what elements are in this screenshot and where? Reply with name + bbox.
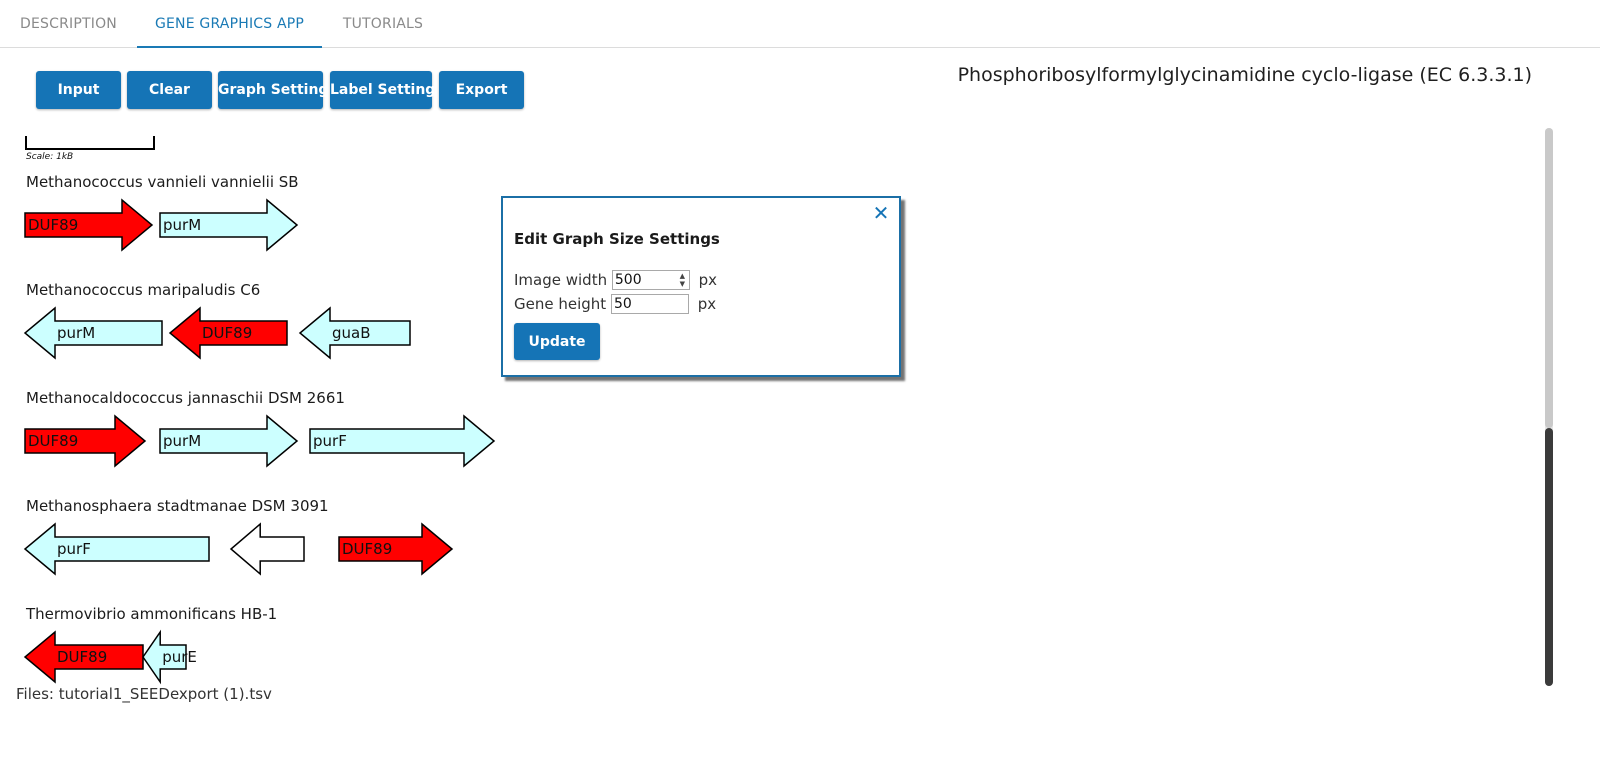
- image-width-stepper[interactable]: ▲▼: [611, 270, 690, 290]
- gene-label: purF: [313, 432, 347, 450]
- files-label: Files: tutorial1_SEEDexport (1).tsv: [16, 685, 272, 703]
- gene-label: DUF89: [28, 216, 78, 234]
- gene-label: DUF89: [342, 540, 392, 558]
- scrollbar[interactable]: [1545, 128, 1553, 686]
- unit-label: px: [697, 295, 717, 313]
- tab-tutorials[interactable]: TUTORIALS: [322, 0, 444, 48]
- stepper-arrows-icon[interactable]: ▲ ▼: [678, 272, 687, 288]
- gene-label: purE: [162, 648, 197, 666]
- gene-arrow: [23, 522, 210, 576]
- unit-label: px: [698, 271, 718, 289]
- gene-label: purF: [57, 540, 91, 558]
- gene-arrow: [229, 522, 305, 576]
- graph-size-dialog: ✕ Edit Graph Size Settings Image width ▲…: [501, 196, 901, 377]
- image-width-label: Image width: [514, 270, 608, 289]
- gene-height-input[interactable]: [610, 294, 689, 314]
- gene-label: DUF89: [202, 324, 252, 342]
- graph-settings-button[interactable]: Graph Settings: [218, 71, 337, 109]
- gene-height-label: Gene height: [514, 294, 607, 313]
- gene-label: purM: [163, 216, 201, 234]
- gene-label: DUF89: [57, 648, 107, 666]
- enzyme-title: Phosphoribosylformylglycinamidine cyclo-…: [957, 64, 1532, 86]
- close-icon[interactable]: ✕: [871, 202, 891, 224]
- gene-label: guaB: [332, 324, 371, 342]
- image-width-row: Image width ▲▼ px: [514, 270, 717, 290]
- clear-button[interactable]: Clear: [127, 71, 212, 109]
- gene-label: DUF89: [28, 432, 78, 450]
- gene-height-row: Gene height px: [514, 294, 716, 314]
- tab-description[interactable]: DESCRIPTION: [0, 0, 137, 48]
- label-settings-button[interactable]: Label Settings: [330, 71, 444, 109]
- export-button[interactable]: Export: [439, 71, 524, 109]
- gene-label: purM: [57, 324, 95, 342]
- scrollbar-thumb[interactable]: [1545, 428, 1553, 686]
- input-button[interactable]: Input: [36, 71, 121, 109]
- dialog-title: Edit Graph Size Settings: [514, 230, 720, 248]
- gene-label: purM: [163, 432, 201, 450]
- tab-gene-graphics-app[interactable]: GENE GRAPHICS APP: [137, 0, 322, 48]
- scrollbar-track-upper: [1545, 128, 1553, 428]
- tab-bar: DESCRIPTION GENE GRAPHICS APP TUTORIALS: [0, 0, 1600, 48]
- update-button[interactable]: Update: [514, 323, 600, 360]
